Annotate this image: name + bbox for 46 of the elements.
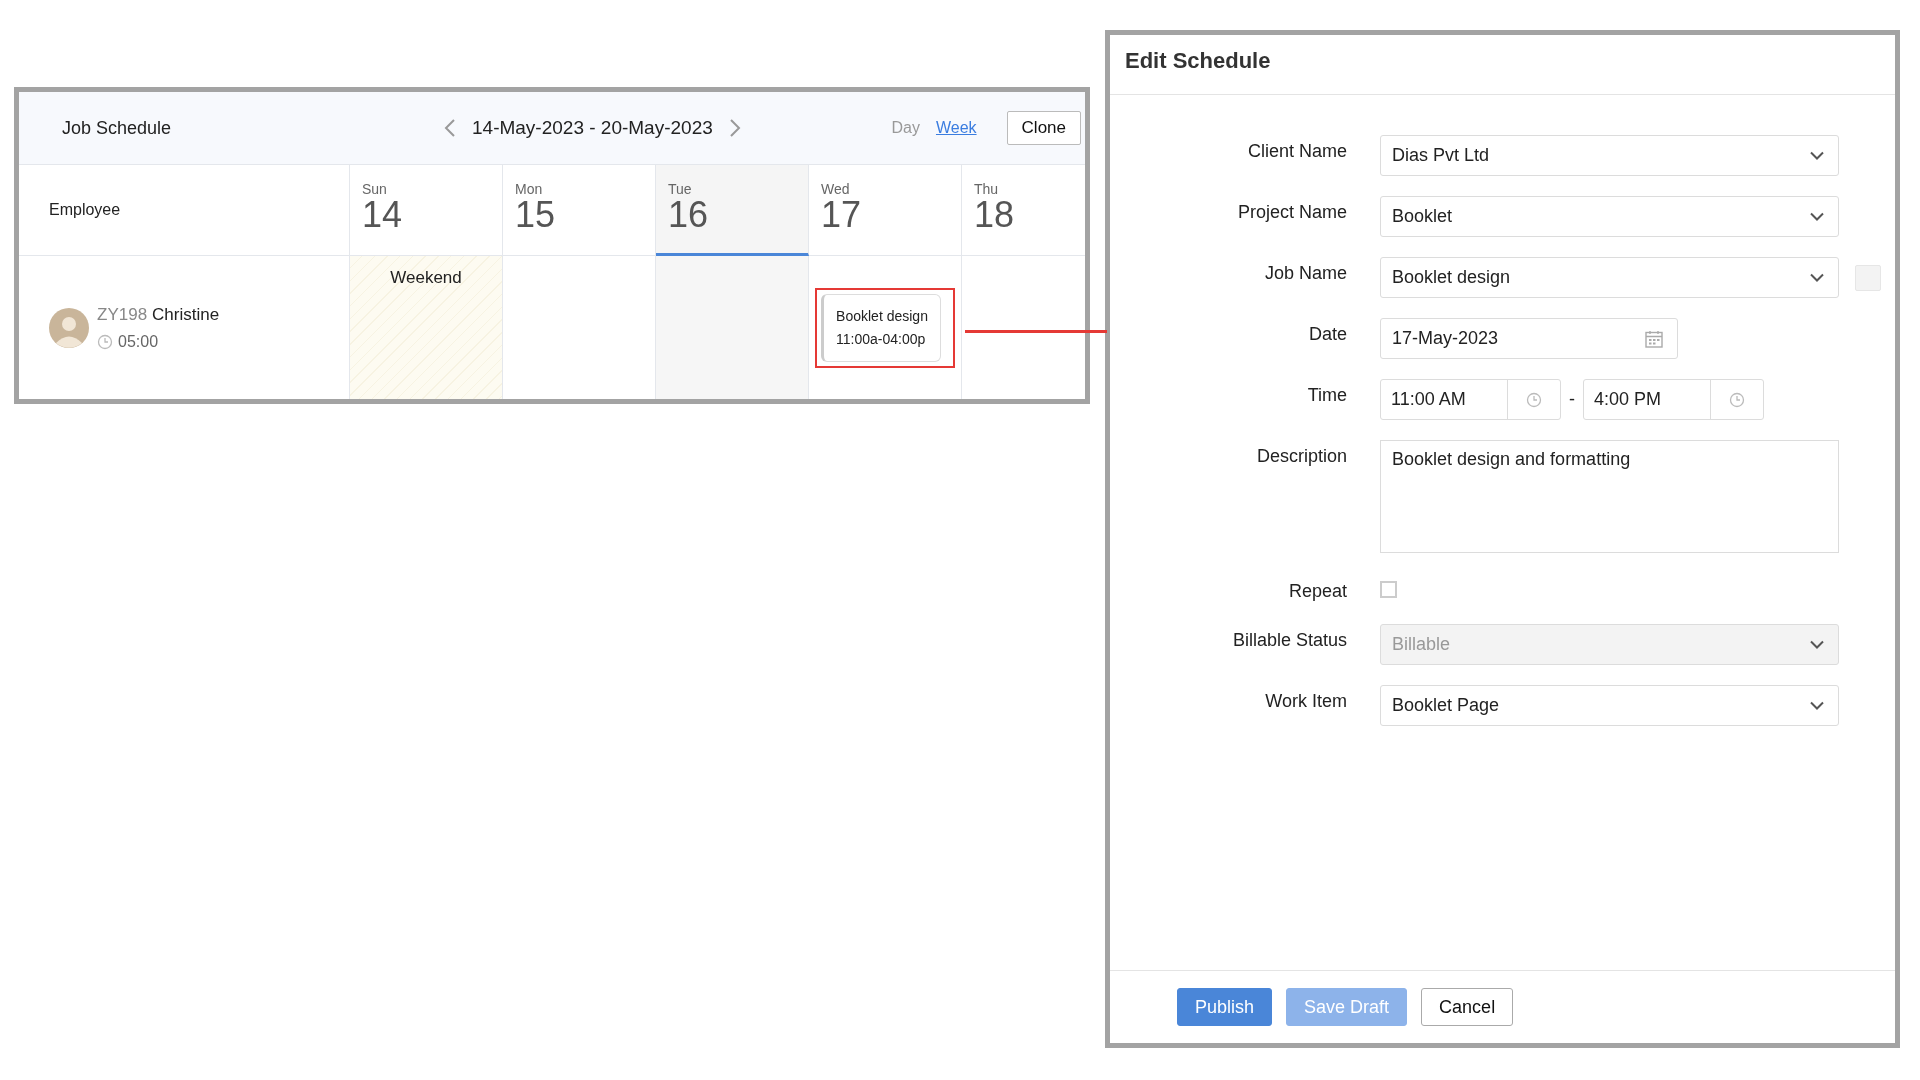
weekday-label: Mon [515,181,544,197]
field-label: Description [1255,445,1347,467]
publish-button[interactable]: Publish [1177,988,1273,1026]
date-number: 14 [362,197,404,233]
dropdown[interactable]: Dias Pvt Ltd [1380,135,1839,176]
field-label: Client Name [1246,140,1347,162]
day-header[interactable]: Tue 16 [656,165,809,256]
dropdown[interactable]: Booklet [1380,196,1839,237]
cancel-button[interactable]: Cancel [1421,988,1514,1026]
employee-code: ZY198 [97,304,148,324]
field-label: Date [1307,323,1347,345]
event-title: Booklet design [836,306,928,326]
time-field[interactable]: 4:00 PM [1583,379,1764,420]
hours-text: 05:00 [118,332,159,351]
range-separator: - [1569,389,1575,410]
day-header[interactable]: Thu 18 [962,165,1085,256]
weekday-label: Tue [668,181,693,197]
date-number: 18 [974,197,1016,233]
field-label: Billable Status [1231,629,1347,651]
time-field[interactable]: 11:00 AM [1380,379,1561,420]
day-header[interactable]: Wed 17 [809,165,962,256]
date-number: 15 [515,197,557,233]
date-range: 14-May-2023 - 20-May-2023 [472,117,713,139]
field-label: Job Name [1263,262,1347,284]
date-field[interactable]: 17-May-2023 [1380,318,1678,359]
date-number: 17 [821,197,863,233]
event-card[interactable]: Booklet design 11:00a-04:00p [821,293,941,362]
weekday-label: Wed [821,181,851,197]
panel-title: Job Schedule [62,117,173,139]
description-field[interactable]: Booklet design and formatting [1380,440,1839,553]
dropdown[interactable]: Booklet design [1380,257,1839,298]
event-time: 11:00a-04:00p [836,329,927,349]
field-label: Work Item [1264,690,1347,712]
field-label: Project Name [1236,201,1347,223]
employee-name: Christine [152,304,220,324]
weekday-label: Thu [974,181,1000,197]
field-label: Time [1306,384,1347,406]
clone-button[interactable]: Clone [1006,111,1081,145]
date-number: 16 [668,197,710,233]
weekday-label: Sun [362,181,388,197]
panel-title: Edit Schedule [1110,35,1895,95]
column-header: Employee [19,165,350,256]
weekend-label: Weekend [390,268,462,288]
field-label: Repeat [1287,581,1347,602]
view-link[interactable]: Week [935,119,977,137]
dropdown[interactable]: Booklet Page [1380,685,1839,726]
